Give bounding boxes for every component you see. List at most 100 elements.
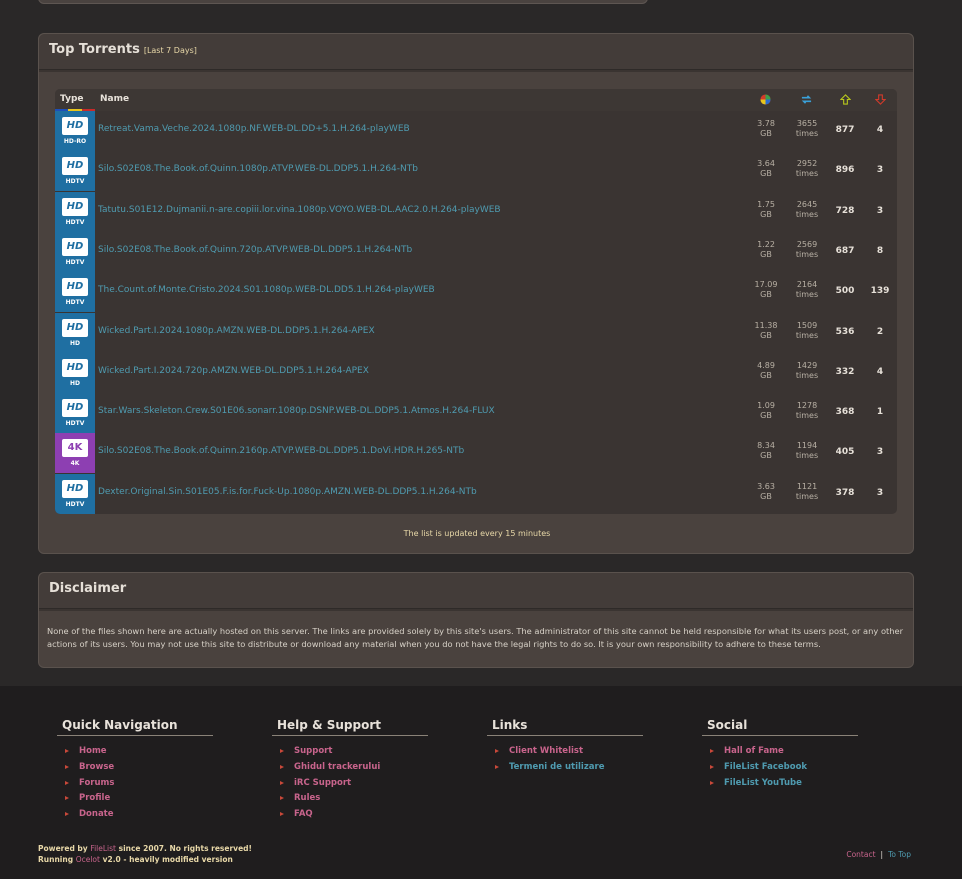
- size-unit: GB: [760, 129, 772, 138]
- footer-column: Help & Support Support Ghidul trackerului i…: [272, 718, 428, 823]
- size-value: 3.64: [757, 159, 775, 169]
- top-torrents-panel: Top Torrents [Last 7 Days] Type Name HD …: [38, 33, 914, 554]
- type-category-badge[interactable]: HD HDTV: [55, 393, 95, 434]
- leechers-count[interactable]: 4: [868, 367, 892, 377]
- torrent-name-link[interactable]: Retreat.Vama.Veche.2024.1080p.NF.WEB-DL.…: [98, 124, 410, 134]
- type-category-badge[interactable]: HD HDTV: [55, 231, 95, 272]
- leechers-icon[interactable]: [875, 94, 886, 105]
- torrent-name-link[interactable]: The.Count.of.Monte.Cristo.2024.S01.1080p…: [98, 285, 435, 295]
- seeders-count[interactable]: 368: [833, 407, 857, 417]
- size-unit: GB: [760, 169, 772, 179]
- torrent-name-link[interactable]: Tatutu.S01E12.Dujmanii.n-are.copiii.lor.…: [98, 205, 501, 215]
- update-note: The list is updated every 15 minutes: [403, 529, 551, 538]
- leechers-count[interactable]: 2: [868, 327, 892, 337]
- seeders-count[interactable]: 332: [833, 367, 857, 377]
- torrent-name-link[interactable]: Star.Wars.Skeleton.Crew.S01E06.sonarr.10…: [98, 406, 495, 416]
- hd-icon: HD: [62, 117, 88, 135]
- leechers-count[interactable]: 3: [868, 206, 892, 216]
- footer-link[interactable]: FAQ: [272, 807, 428, 823]
- footer-link[interactable]: Client Whitelist: [487, 744, 643, 760]
- torrent-name-link[interactable]: Silo.S02E08.The.Book.of.Quinn.2160p.ATVP…: [98, 446, 464, 456]
- panel-title: Top Torrents: [49, 42, 140, 57]
- seeders-count[interactable]: 687: [833, 246, 857, 256]
- table-row: 4K 4K Silo.S02E08.The.Book.of.Quinn.2160p.…: [55, 433, 897, 474]
- table-row: HD HDTV Star.Wars.Skeleton.Crew.S01E06.son…: [55, 393, 897, 434]
- seeders-icon[interactable]: [840, 94, 851, 105]
- footer-link[interactable]: Hall of Fame: [702, 744, 858, 760]
- table-row: HD HDTV Silo.S02E08.The.Book.of.Quinn.720p…: [55, 231, 897, 272]
- type-category-badge[interactable]: HD HDTV: [55, 272, 95, 313]
- size-value: 1.09: [757, 401, 775, 411]
- contact-link[interactable]: Contact: [846, 850, 875, 859]
- ocelot-link[interactable]: Ocelot: [76, 855, 100, 864]
- hd-icon: HD: [62, 318, 88, 337]
- seeders-count[interactable]: 728: [833, 206, 857, 216]
- snatched-unit: times: [795, 290, 819, 300]
- torrent-size: 11.38 GB: [750, 321, 782, 341]
- leechers-count[interactable]: 139: [868, 286, 892, 296]
- seeders-count[interactable]: 405: [833, 447, 857, 457]
- leechers-count[interactable]: 4: [868, 125, 892, 135]
- footer-link[interactable]: Home: [57, 744, 213, 760]
- type-category-badge[interactable]: HD HDTV: [55, 151, 95, 192]
- footer-link[interactable]: Rules: [272, 791, 428, 807]
- footer-link[interactable]: FileList YouTube: [702, 776, 858, 792]
- column-name[interactable]: Name: [100, 94, 129, 104]
- powered-suffix: since 2007. No rights reserved!: [118, 844, 252, 853]
- footer-column: Social Hall of Fame FileList Facebook FileL…: [702, 718, 858, 791]
- seeders-count[interactable]: 378: [833, 488, 857, 498]
- snatched-unit: times: [795, 330, 819, 340]
- torrent-name-link[interactable]: Wicked.Part.I.2024.1080p.AMZN.WEB-DL.DDP…: [98, 326, 375, 336]
- footer-link[interactable]: Support: [272, 744, 428, 760]
- torrent-name-link[interactable]: Wicked.Part.I.2024.720p.AMZN.WEB-DL.DDP5…: [98, 366, 369, 376]
- seeders-count[interactable]: 877: [833, 125, 857, 135]
- type-category-badge[interactable]: 4K 4K: [55, 433, 95, 474]
- seeders-count[interactable]: 896: [833, 165, 857, 175]
- seeders-count[interactable]: 536: [833, 327, 857, 337]
- size-value: 1.22: [757, 239, 775, 249]
- footer-link[interactable]: FileList Facebook: [702, 760, 858, 776]
- torrent-snatched: 2569 times: [790, 240, 824, 260]
- type-category-badge[interactable]: HD HD: [55, 352, 95, 393]
- type-label: HDTV: [65, 178, 85, 186]
- footer-link[interactable]: Forums: [57, 776, 213, 792]
- size-unit: GB: [760, 249, 772, 259]
- type-label: HDTV: [65, 258, 85, 266]
- type-category-badge[interactable]: HD HDTV: [55, 473, 95, 514]
- size-value: 11.38: [754, 320, 778, 330]
- torrent-name-link[interactable]: Silo.S02E08.The.Book.of.Quinn.720p.ATVP.…: [98, 245, 412, 255]
- size-unit: GB: [760, 451, 772, 461]
- 4k-icon: 4K: [62, 439, 88, 458]
- torrent-name-link[interactable]: Dexter.Original.Sin.S01E05.F.is.for.Fuck…: [98, 487, 477, 497]
- to-top-link[interactable]: To Top: [888, 850, 911, 859]
- leechers-count[interactable]: 3: [868, 447, 892, 457]
- torrent-size: 17.09 GB: [750, 280, 782, 300]
- filelist-link[interactable]: FileList: [90, 844, 116, 853]
- torrent-name-link[interactable]: Silo.S02E08.The.Book.of.Quinn.1080p.ATVP…: [98, 164, 418, 174]
- hd-icon: HD: [62, 358, 88, 377]
- type-category-badge[interactable]: HD HDTV: [55, 191, 95, 232]
- leechers-count[interactable]: 8: [868, 246, 892, 256]
- snatched-icon[interactable]: [801, 94, 812, 105]
- disclaimer-panel: Disclaimer None of the files shown here …: [38, 572, 914, 668]
- seeders-count[interactable]: 500: [833, 286, 857, 296]
- leechers-count[interactable]: 3: [868, 165, 892, 175]
- type-label: HD: [69, 379, 80, 387]
- size-icon[interactable]: [760, 94, 771, 105]
- footer-link[interactable]: Profile: [57, 791, 213, 807]
- footer-link[interactable]: Donate: [57, 807, 213, 823]
- footer-link[interactable]: Browse: [57, 760, 213, 776]
- leechers-count[interactable]: 3: [868, 488, 892, 498]
- type-category-badge[interactable]: HD HD: [55, 312, 95, 353]
- table-row: HD HDTV Silo.S02E08.The.Book.of.Quinn.1080…: [55, 151, 897, 192]
- column-type[interactable]: Type: [60, 94, 83, 104]
- leechers-count[interactable]: 1: [868, 407, 892, 417]
- hd-icon: HD: [62, 197, 88, 216]
- size-value: 8.34: [757, 441, 775, 451]
- type-category-badge[interactable]: HD HD-RO: [55, 111, 95, 151]
- previous-panel-bottom: [38, 0, 648, 4]
- footer-link[interactable]: iRC Support: [272, 776, 428, 792]
- footer-link[interactable]: Ghidul trackerului: [272, 760, 428, 776]
- disclaimer-header: Disclaimer: [39, 573, 913, 609]
- footer-link[interactable]: Termeni de utilizare: [487, 760, 643, 776]
